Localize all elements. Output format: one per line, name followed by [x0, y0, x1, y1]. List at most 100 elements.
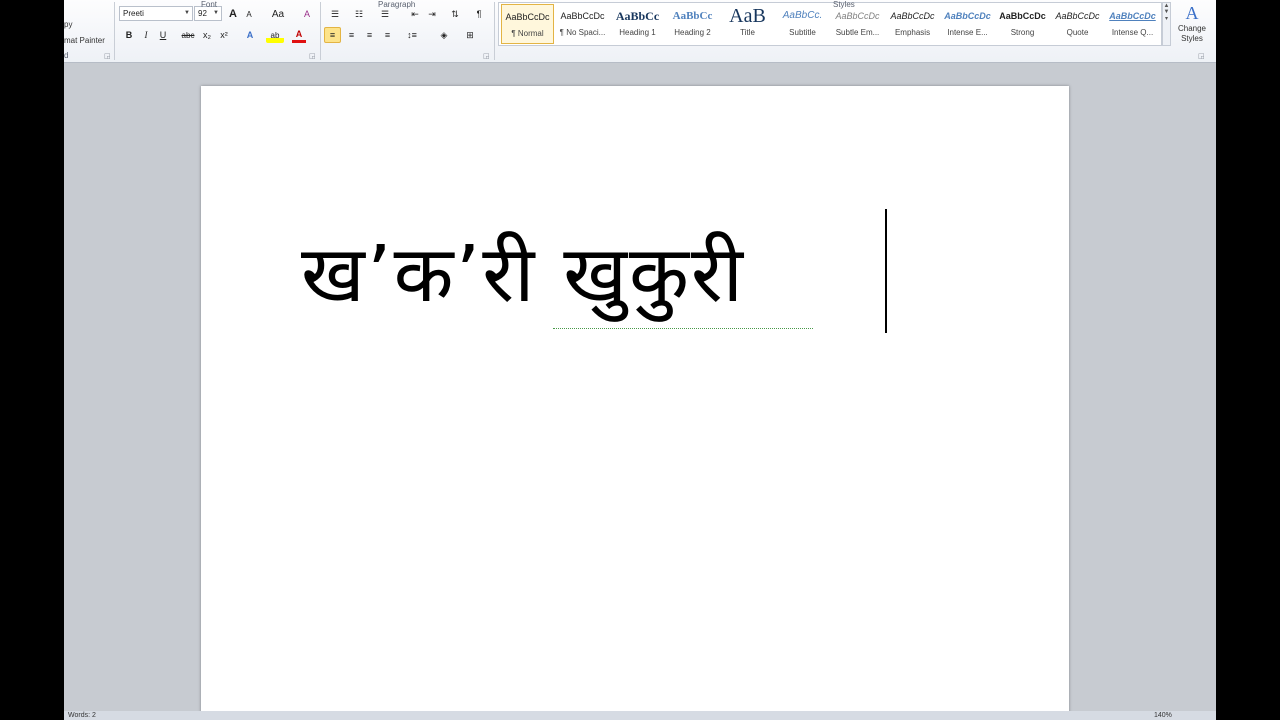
zoom-level[interactable]: 140%: [1154, 711, 1172, 720]
word-count[interactable]: Words: 2: [68, 711, 96, 720]
bullets-button[interactable]: ☰: [326, 6, 344, 22]
style-sample: AaBbCcDc: [560, 11, 605, 21]
document-page[interactable]: ख’क’री खुकुरी: [201, 86, 1069, 720]
style-normal[interactable]: AaBbCcDc ¶ Normal: [501, 4, 554, 44]
line-spacing-icon: ↕≡: [407, 30, 417, 40]
style-sample: AaBbCc.: [782, 10, 823, 21]
style-name: Subtle Em...: [835, 28, 880, 37]
align-center-button[interactable]: ≡: [344, 27, 359, 43]
increase-indent-button[interactable]: ⇥: [425, 6, 439, 22]
numbering-button[interactable]: ☷: [350, 6, 368, 22]
font-size-value: 92: [198, 9, 207, 18]
style-no-spacing[interactable]: AaBbCcDc ¶ No Spaci...: [556, 4, 609, 44]
show-formatting-button[interactable]: ¶: [472, 6, 486, 22]
style-name: Emphasis: [894, 28, 931, 37]
sort-button[interactable]: ⇅: [448, 6, 462, 22]
style-intense-quote[interactable]: AaBbCcDc Intense Q...: [1106, 4, 1159, 44]
styles-launcher-icon[interactable]: ◲: [1198, 52, 1205, 60]
style-quote[interactable]: AaBbCcDc Quote: [1051, 4, 1104, 44]
style-strong[interactable]: AaBbCcDc Strong: [996, 4, 1049, 44]
shrink-font-button[interactable]: A: [242, 6, 256, 22]
change-styles-icon: A: [1185, 3, 1199, 23]
style-name: Title: [740, 28, 755, 37]
style-subtle-emphasis[interactable]: AaBbCcDc Subtle Em...: [831, 4, 884, 44]
style-subtitle[interactable]: AaBbCc. Subtitle: [776, 4, 829, 44]
align-right-icon: ≡: [366, 30, 373, 40]
style-name: ¶ No Spaci...: [559, 28, 606, 37]
style-sample: AaBbCc: [615, 9, 660, 23]
font-launcher-icon[interactable]: ◲: [309, 52, 316, 60]
separator: [494, 2, 495, 60]
paragraph-group-label: Paragraph: [378, 0, 416, 9]
justify-button[interactable]: ≡: [380, 27, 395, 43]
style-sample: AaBbCcDc: [505, 12, 550, 22]
style-sample: AaBbCcDc: [1055, 11, 1100, 21]
style-heading-1[interactable]: AaBbCc Heading 1: [611, 4, 664, 44]
subscript-button[interactable]: x₂: [200, 27, 214, 43]
shading-button[interactable]: ◈: [434, 27, 454, 43]
font-name-value: Preeti: [123, 9, 144, 18]
align-right-button[interactable]: ≡: [362, 27, 377, 43]
bold-button[interactable]: B: [122, 27, 136, 43]
change-case-button[interactable]: Aa: [267, 6, 289, 22]
style-name: Strong: [1010, 28, 1035, 37]
justify-icon: ≡: [384, 30, 391, 40]
font-name-combo[interactable]: Preeti ▼: [119, 6, 193, 21]
text-cursor: [885, 209, 887, 333]
ribbon: py mat Painter d ◲ Preeti ▼ 92 ▼ A A Aa A …: [64, 0, 1216, 63]
style-sample: AaBbCcDc: [944, 11, 991, 21]
increase-indent-icon: ⇥: [428, 8, 436, 19]
style-name: Quote: [1066, 28, 1089, 37]
copy-button[interactable]: py: [64, 20, 72, 29]
word-window: py mat Painter d ◲ Preeti ▼ 92 ▼ A A Aa A …: [64, 0, 1216, 720]
clipboard-launcher-icon[interactable]: ◲: [104, 52, 111, 60]
style-sample: AaBbCcDc: [890, 11, 935, 21]
style-title[interactable]: AaB Title: [721, 4, 774, 44]
style-name: Heading 2: [674, 28, 711, 37]
styles-group-label: Styles: [833, 0, 855, 9]
bullets-icon: ☰: [330, 8, 340, 19]
style-name: Heading 1: [619, 28, 656, 37]
gallery-more-icon[interactable]: ▾: [1163, 15, 1170, 22]
clipboard-group-label: d: [64, 51, 69, 60]
highlight-button[interactable]: ab: [266, 27, 284, 43]
borders-icon: ⊞: [466, 29, 474, 40]
grow-font-button[interactable]: A: [226, 6, 240, 22]
paragraph-launcher-icon[interactable]: ◲: [483, 52, 490, 60]
document-text[interactable]: ख’क’री खुकुरी: [301, 218, 745, 324]
style-sample: AaBbCcDc: [1109, 11, 1156, 21]
separator: [320, 2, 321, 60]
sort-icon: ⇅: [451, 8, 459, 19]
clear-formatting-button[interactable]: A: [299, 6, 315, 22]
style-name: Subtitle: [789, 28, 816, 37]
font-group-label: Font: [201, 0, 218, 9]
separator: [114, 2, 115, 60]
style-heading-2[interactable]: AaBbCc Heading 2: [666, 4, 719, 44]
align-left-button[interactable]: ≡: [324, 27, 341, 43]
format-painter-button[interactable]: mat Painter: [64, 36, 105, 45]
font-color-button[interactable]: A: [292, 27, 306, 43]
align-center-icon: ≡: [348, 30, 355, 40]
style-emphasis[interactable]: AaBbCcDc Emphasis: [886, 4, 939, 44]
multilevel-list-icon: ☰: [380, 8, 390, 19]
strikethrough-button[interactable]: abc: [179, 27, 197, 43]
style-intense-emphasis[interactable]: AaBbCcDc Intense E...: [941, 4, 994, 44]
numbering-icon: ☷: [354, 8, 364, 19]
chevron-down-icon: ▼: [184, 10, 190, 16]
line-spacing-button[interactable]: ↕≡: [402, 27, 422, 43]
style-name: Intense Q...: [1111, 28, 1154, 37]
italic-button[interactable]: I: [139, 27, 153, 43]
grammar-squiggle: [553, 326, 813, 329]
style-sample: AaBbCc: [672, 10, 713, 22]
text-effects-button[interactable]: A: [242, 27, 258, 43]
decrease-indent-icon: ⇤: [411, 8, 419, 19]
superscript-button[interactable]: x²: [217, 27, 231, 43]
underline-button[interactable]: U: [156, 27, 170, 43]
borders-button[interactable]: ⊞: [460, 27, 480, 43]
eraser-icon: A: [303, 9, 310, 19]
change-styles-button[interactable]: A Change Styles: [1172, 2, 1212, 48]
styles-gallery: AaBbCcDc ¶ Normal AaBbCcDc ¶ No Spaci...…: [498, 2, 1162, 46]
gallery-scroll[interactable]: ▲ ▼ ▾: [1162, 2, 1171, 46]
status-bar: Words: 2 140%: [64, 711, 1216, 720]
style-name: Intense E...: [947, 28, 988, 37]
